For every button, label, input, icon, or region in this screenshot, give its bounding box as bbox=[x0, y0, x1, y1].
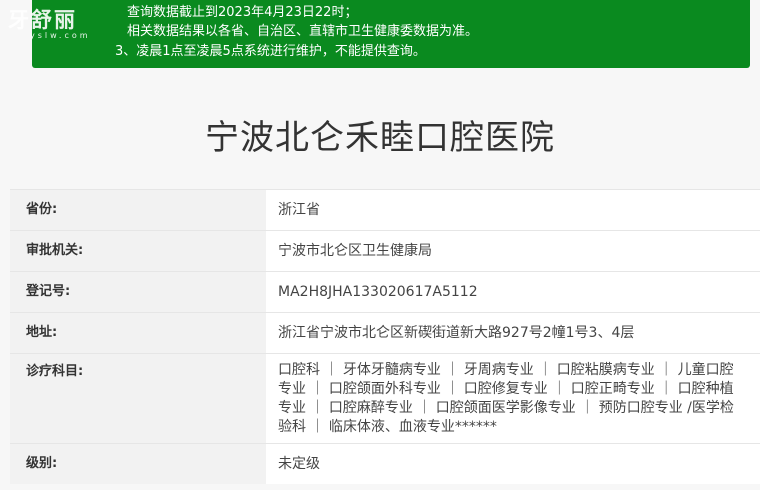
address-value: 浙江省宁波市北仑区新碶街道新大路927号2幢1号3、4层 bbox=[278, 325, 635, 341]
level-value: 未定级 bbox=[278, 456, 320, 472]
notice-line-2: 相关数据结果以各省、自治区、直辖市卫生健康委数据为准。 bbox=[127, 24, 479, 39]
page-title: 宁波北仑禾睦口腔医院 bbox=[205, 118, 555, 158]
notice-line-1: 查询数据截止到2023年4月23日22时； bbox=[127, 5, 358, 20]
notice-banner: 查询数据截止到2023年4月23日22时； 相关数据结果以各省、自治区、直辖市卫… bbox=[32, 0, 750, 68]
info-table: 省份: 浙江省 审批机关: 宁波市北仑区卫生健康局 登记号: MA2H8JHA1… bbox=[10, 189, 760, 484]
address-label: 地址: bbox=[10, 313, 266, 353]
watermark-text: 牙舒丽 bbox=[8, 7, 77, 32]
registration-number-label: 登记号: bbox=[10, 272, 266, 312]
row-level: 级别: 未定级 bbox=[10, 443, 760, 484]
departments-label: 诊疗科目: bbox=[10, 354, 266, 443]
row-province: 省份: 浙江省 bbox=[10, 189, 760, 230]
row-address: 地址: 浙江省宁波市北仑区新碶街道新大路927号2幢1号3、4层 bbox=[10, 312, 760, 353]
row-departments: 诊疗科目: 口腔科 ｜ 牙体牙髓病专业 ｜ 牙周病专业 ｜ 口腔粘膜病专业 ｜ … bbox=[10, 353, 760, 443]
approval-authority-label: 审批机关: bbox=[10, 231, 266, 271]
registration-number-value: MA2H8JHA133020617A5112 bbox=[278, 284, 478, 300]
departments-value: 口腔科 ｜ 牙体牙髓病专业 ｜ 牙周病专业 ｜ 口腔粘膜病专业 ｜ 儿童口腔专业… bbox=[278, 362, 734, 435]
row-registration-number: 登记号: MA2H8JHA133020617A5112 bbox=[10, 271, 760, 312]
watermark-sub: yslw.com bbox=[30, 31, 91, 40]
level-label: 级别: bbox=[10, 444, 266, 484]
notice-line-3: 3、凌晨1点至凌晨5点系统进行维护，不能提供查询。 bbox=[115, 44, 426, 59]
watermark-logo: 牙舒丽 yslw.com bbox=[8, 4, 91, 40]
row-approval-authority: 审批机关: 宁波市北仑区卫生健康局 bbox=[10, 230, 760, 271]
province-label: 省份: bbox=[10, 190, 266, 230]
province-value: 浙江省 bbox=[278, 202, 320, 218]
approval-authority-value: 宁波市北仑区卫生健康局 bbox=[278, 243, 432, 259]
